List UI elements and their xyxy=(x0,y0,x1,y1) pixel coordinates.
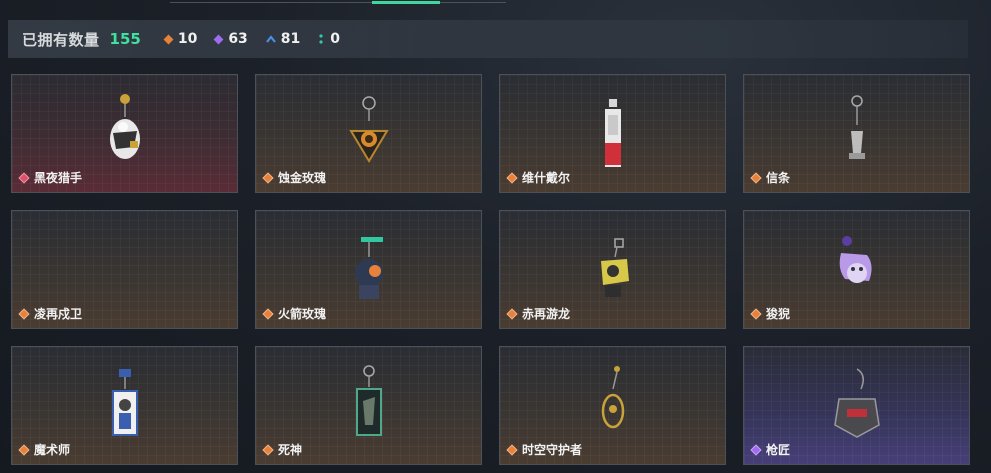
charm-name-text: 火箭玫瑰 xyxy=(278,307,327,321)
rarity-count-value: 81 xyxy=(280,31,301,47)
charm-card[interactable]: 蚀金玫瑰 xyxy=(255,74,482,193)
orange-gem-icon xyxy=(750,307,762,320)
charm-name-text: 死神 xyxy=(278,443,303,457)
teal-dots-icon xyxy=(319,34,323,44)
top-tab-bar xyxy=(170,0,506,4)
charm-name-text: 枪匠 xyxy=(766,443,791,457)
charm-card[interactable]: 火箭玫瑰 xyxy=(255,210,482,329)
purple-gem-icon xyxy=(213,34,224,44)
charm-name: 狻猊 xyxy=(750,305,791,322)
time-guardian-charm-icon xyxy=(601,366,624,429)
charm-name: 维什戴尔 xyxy=(506,169,571,186)
charm-name: 赤再游龙 xyxy=(506,305,571,322)
charm-card[interactable]: 凌再戍卫 xyxy=(11,210,238,329)
purple-gem-icon xyxy=(750,443,762,456)
owned-summary-bar: 已拥有数量 155 10 63 81 0 xyxy=(8,20,968,58)
charm-name-text: 信条 xyxy=(766,171,791,185)
charm-name: 蚀金玫瑰 xyxy=(262,169,327,186)
charm-name: 时空守护者 xyxy=(506,441,583,458)
orange-gem-icon xyxy=(163,34,174,44)
charm-name-text: 凌再戍卫 xyxy=(34,307,83,321)
charm-name: 魔术师 xyxy=(18,441,71,458)
charm-card[interactable]: 魔术师 xyxy=(11,346,238,465)
charm-name-text: 时空守护者 xyxy=(522,443,583,457)
charm-card[interactable]: 狻猊 xyxy=(743,210,970,329)
charm-name-text: 魔术师 xyxy=(34,443,71,457)
orange-gem-icon xyxy=(262,171,274,184)
charm-name: 黑夜猎手 xyxy=(18,169,83,186)
rarity-count-purple: 63 xyxy=(213,31,248,47)
charm-card[interactable]: 黑夜猎手 xyxy=(11,74,238,193)
gunsmith-charm-icon xyxy=(833,368,880,438)
owned-count-label: 已拥有数量 xyxy=(22,30,100,49)
rarity-count-teal: 0 xyxy=(318,31,340,47)
charm-card[interactable]: 枪匠 xyxy=(743,346,970,465)
tab-divider xyxy=(170,2,506,3)
orange-gem-icon xyxy=(262,443,274,456)
orange-gem-icon xyxy=(18,443,30,456)
creed-charm-icon xyxy=(848,95,865,159)
charm-name: 死神 xyxy=(262,441,303,458)
reaper-charm-icon xyxy=(355,365,382,436)
night-hunter-charm-icon xyxy=(109,94,140,159)
rarity-count-orange: 10 xyxy=(163,31,198,47)
blue-chevron-icon xyxy=(265,35,276,43)
charm-name: 凌再戍卫 xyxy=(18,305,83,322)
orange-gem-icon xyxy=(506,443,518,456)
active-tab-indicator xyxy=(372,1,440,4)
suanni-charm-icon xyxy=(839,236,872,283)
charm-card[interactable]: 信条 xyxy=(743,74,970,193)
charm-name-text: 黑夜猎手 xyxy=(34,171,83,185)
wisadel-charm-icon xyxy=(604,99,621,167)
charm-card[interactable]: 赤再游龙 xyxy=(499,210,726,329)
orange-gem-icon xyxy=(750,171,762,184)
magician-charm-icon xyxy=(111,369,138,436)
rarity-count-blue: 81 xyxy=(265,31,301,47)
charm-name-text: 维什戴尔 xyxy=(522,171,571,185)
charm-name: 火箭玫瑰 xyxy=(262,305,327,322)
orange-gem-icon xyxy=(506,171,518,184)
rarity-count-value: 63 xyxy=(228,31,248,47)
rarity-count-value: 0 xyxy=(330,31,341,47)
charm-card[interactable]: 死神 xyxy=(255,346,482,465)
charm-card[interactable]: 维什戴尔 xyxy=(499,74,726,193)
charm-name-text: 狻猊 xyxy=(766,307,791,321)
orange-gem-icon xyxy=(506,307,518,320)
gilded-rose-charm-icon xyxy=(348,96,389,163)
rarity-count-value: 10 xyxy=(177,31,198,47)
rocket-rose-charm-icon xyxy=(354,237,383,299)
orange-gem-icon xyxy=(262,307,274,320)
charm-name: 信条 xyxy=(750,169,791,186)
red-dragon-charm-icon xyxy=(600,238,629,297)
orange-gem-icon xyxy=(18,307,30,320)
charm-name-text: 蚀金玫瑰 xyxy=(278,171,327,185)
red-gem-icon xyxy=(18,171,30,184)
charm-card[interactable]: 时空守护者 xyxy=(499,346,726,465)
charm-name-text: 赤再游龙 xyxy=(522,307,571,321)
charm-name: 枪匠 xyxy=(750,441,791,458)
owned-total-count: 155 xyxy=(109,30,141,48)
